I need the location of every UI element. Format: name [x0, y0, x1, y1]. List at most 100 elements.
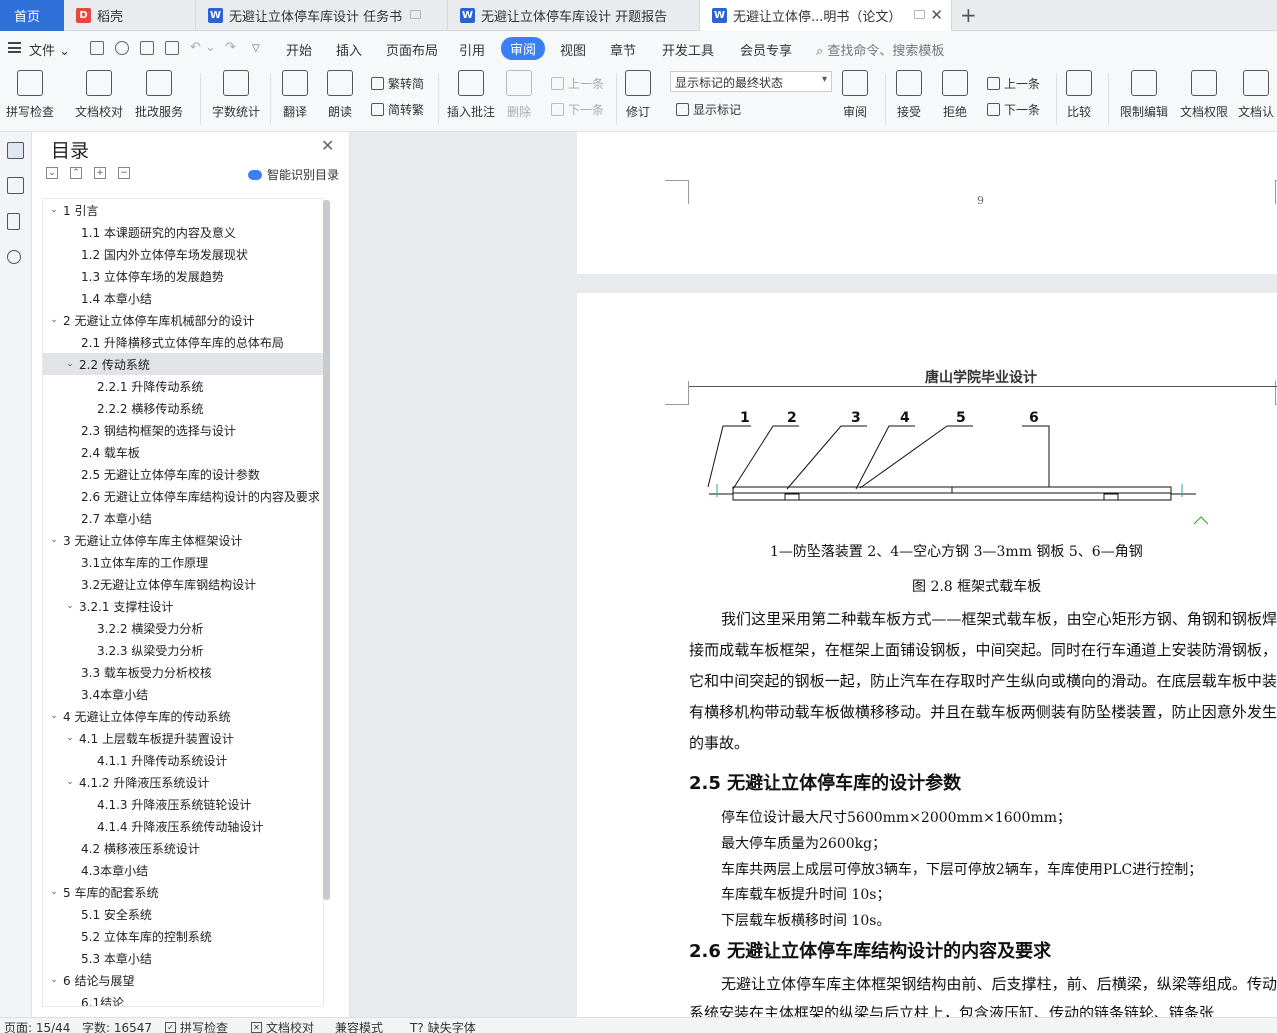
toc-item[interactable]: 2.4 载车板	[43, 441, 323, 463]
compat-mode[interactable]: 兼容模式	[335, 1019, 383, 1033]
status-doc-proof[interactable]: ✕ 文档校对	[251, 1019, 314, 1033]
delete-comment-button[interactable]: 删除	[506, 70, 532, 120]
prev-change-button[interactable]: 上一条	[987, 75, 1040, 92]
toc-item[interactable]: 1.1 本课题研究的内容及意义	[43, 221, 323, 243]
smart-toc-button[interactable]: 智能识别目录	[248, 166, 339, 183]
toc-panel-icon[interactable]	[7, 142, 24, 159]
toc-item[interactable]: ⌄ 3 无避让立体停车库主体框架设计	[43, 529, 323, 551]
tab-thesis[interactable]: W 无避让立体停...明书（论文） ✕	[700, 0, 952, 31]
tab-pin-icon[interactable]	[914, 10, 925, 19]
chevron-down-icon[interactable]: ⌄	[47, 975, 61, 985]
toc-item[interactable]: 2.3 钢结构框架的选择与设计	[43, 419, 323, 441]
read-aloud-button[interactable]: 朗读	[327, 70, 353, 120]
toc-item[interactable]: 2.2.1 升降传动系统	[43, 375, 323, 397]
toc-item[interactable]: 1.4 本章小结	[43, 287, 323, 309]
word-count-button[interactable]: 字数统计	[212, 70, 260, 120]
markup-mode-select[interactable]: 显示标记的最终状态	[670, 71, 832, 92]
insert-comment-button[interactable]: 插入批注	[447, 70, 495, 120]
output-pdf-icon[interactable]	[115, 41, 129, 55]
menu-member[interactable]: 会员专享	[740, 40, 792, 59]
remove-heading-icon[interactable]: −	[118, 167, 130, 179]
toc-item[interactable]: ⌄ 3.2.1 支撑柱设计	[43, 595, 323, 617]
toc-scrollbar[interactable]	[323, 200, 330, 900]
toc-item[interactable]: ⌄ 4.1 上层载车板提升装置设计	[43, 727, 323, 749]
close-icon[interactable]: ✕	[930, 6, 943, 24]
menu-view[interactable]: 视图	[560, 40, 586, 59]
toc-item[interactable]: ⌄ 4.1.2 升降液压系统设计	[43, 771, 323, 793]
tab-pin-icon[interactable]	[410, 10, 421, 19]
chevron-down-icon[interactable]: ⌄	[63, 733, 77, 743]
quick-access-dropdown-icon[interactable]: ▽	[252, 43, 260, 54]
add-heading-icon[interactable]: +	[94, 167, 106, 179]
chevron-down-icon[interactable]: ⌄	[47, 205, 61, 215]
review-service-button[interactable]: 批改服务	[135, 70, 183, 120]
undo-icon[interactable]: ↶ ⌄	[190, 40, 216, 55]
toc-item[interactable]: 2.5 无避让立体停车库的设计参数	[43, 463, 323, 485]
toc-item[interactable]: 6.1结论	[43, 991, 323, 1007]
menu-references[interactable]: 引用	[459, 40, 485, 59]
doc-permission-button[interactable]: 文档权限	[1180, 70, 1228, 120]
doc-proof-button[interactable]: 文档校对	[75, 70, 123, 120]
toc-item[interactable]: ⌄ 2.2 传动系统	[43, 353, 323, 375]
menu-insert[interactable]: 插入	[336, 40, 362, 59]
close-icon[interactable]: ✕	[321, 136, 334, 155]
spell-check-button[interactable]: 拼写检查	[6, 70, 54, 120]
expand-all-icon[interactable]: ⌄	[46, 167, 58, 179]
toc-item[interactable]: 3.2.2 横梁受力分析	[43, 617, 323, 639]
toc-item[interactable]: 4.2 横移液压系统设计	[43, 837, 323, 859]
prev-comment-button[interactable]: 上一条	[551, 75, 604, 92]
toc-item[interactable]: 3.1立体车库的工作原理	[43, 551, 323, 573]
menu-review[interactable]: 审阅	[501, 37, 546, 60]
toc-item[interactable]: 3.3 载车板受力分析校核	[43, 661, 323, 683]
toc-item[interactable]: ⌄ 2 无避让立体停车库机械部分的设计	[43, 309, 323, 331]
chevron-down-icon[interactable]: ⌄	[47, 887, 61, 897]
toc-item[interactable]: 4.1.1 升降传动系统设计	[43, 749, 323, 771]
redo-icon[interactable]: ↷	[225, 40, 236, 55]
collapse-all-icon[interactable]: ⌃	[70, 167, 82, 179]
toc-item[interactable]: 3.4本章小结	[43, 683, 323, 705]
toc-item[interactable]: 4.3本章小结	[43, 859, 323, 881]
chevron-down-icon[interactable]: ⌄	[63, 601, 77, 611]
toc-item[interactable]: 5.1 安全系统	[43, 903, 323, 925]
search-icon[interactable]	[7, 250, 21, 264]
menu-page-layout[interactable]: 页面布局	[386, 40, 438, 59]
menu-chapter[interactable]: 章节	[610, 40, 636, 59]
print-preview-icon[interactable]	[165, 41, 179, 55]
toc-item[interactable]: 5.2 立体车库的控制系统	[43, 925, 323, 947]
next-comment-button[interactable]: 下一条	[551, 101, 604, 118]
toc-item[interactable]: 2.7 本章小结	[43, 507, 323, 529]
toc-item[interactable]: 1.3 立体停车场的发展趋势	[43, 265, 323, 287]
chevron-down-icon[interactable]: ⌄	[63, 359, 77, 369]
chevron-down-icon[interactable]: ⌄	[47, 315, 61, 325]
outline-icon[interactable]	[7, 177, 24, 194]
status-spell-check[interactable]: ✓ 拼写检查	[165, 1019, 228, 1033]
chevron-down-icon[interactable]: ⌄	[47, 711, 61, 721]
menu-start[interactable]: 开始	[286, 40, 312, 59]
toc-item[interactable]: 2.1 升降横移式立体停车库的总体布局	[43, 331, 323, 353]
save-icon[interactable]	[90, 41, 104, 55]
chevron-down-icon[interactable]: ⌄	[47, 535, 61, 545]
simp-to-trad-button[interactable]: 简转繁	[371, 101, 424, 118]
track-changes-button[interactable]: 修订	[625, 70, 651, 120]
toc-item[interactable]: 4.1.3 升降液压系统链轮设计	[43, 793, 323, 815]
command-search[interactable]: ⌕ 查找命令、搜索模板	[816, 40, 944, 59]
toc-item[interactable]: ⌄ 1 引言	[43, 199, 323, 221]
toc-item[interactable]: ⌄ 6 结论与展望	[43, 969, 323, 991]
accept-button[interactable]: 接受	[896, 70, 922, 120]
menu-developer[interactable]: 开发工具	[662, 40, 714, 59]
compare-button[interactable]: 比较	[1066, 70, 1092, 120]
translate-button[interactable]: 翻译	[282, 70, 308, 120]
next-change-button[interactable]: 下一条	[987, 101, 1040, 118]
toc-item[interactable]: 5.3 本章小结	[43, 947, 323, 969]
tab-home[interactable]: 首页	[0, 0, 64, 31]
toc-item[interactable]: 2.6 无避让立体停车库结构设计的内容及要求	[43, 485, 323, 507]
reject-button[interactable]: 拒绝	[942, 70, 968, 120]
restrict-edit-button[interactable]: 限制编辑	[1120, 70, 1168, 120]
bookmark-icon[interactable]	[7, 213, 20, 230]
file-menu[interactable]: 文件 ⌄	[29, 40, 70, 59]
chevron-down-icon[interactable]: ⌄	[63, 777, 77, 787]
page-indicator[interactable]: 页面: 15/44	[4, 1019, 70, 1033]
doc-cert-button[interactable]: 文档认	[1238, 70, 1274, 120]
toc-item[interactable]: 1.2 国内外立体停车场发展现状	[43, 243, 323, 265]
toc-item[interactable]: 4.1.4 升降液压系统传动轴设计	[43, 815, 323, 837]
